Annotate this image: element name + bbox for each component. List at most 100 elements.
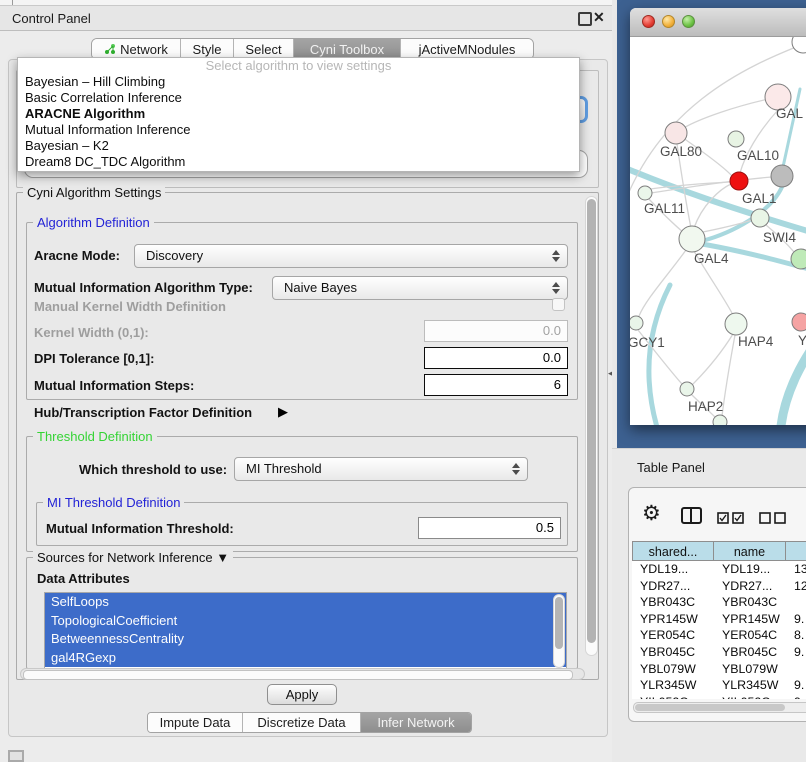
checked-checkboxes-icon[interactable] [717, 512, 745, 524]
tab-discretize-data[interactable]: Discretize Data [243, 713, 361, 733]
attribute-list-item[interactable]: SelfLoops [45, 593, 566, 612]
mi-steps-field[interactable]: 6 [424, 374, 568, 396]
table-row[interactable]: YIL052CYIL052C9 [632, 694, 806, 699]
scrollbar-thumb[interactable] [555, 597, 563, 649]
table-rows: YDL19...YDL19...13YDR27...YDR27...12YBR0… [632, 561, 806, 699]
table-row[interactable]: YLR345WYLR345W9. [632, 677, 806, 694]
scrollbar-thumb[interactable] [587, 199, 596, 643]
network-node[interactable] [638, 186, 652, 200]
network-node[interactable] [792, 37, 806, 53]
aracne-mode-value: Discovery [146, 248, 203, 263]
settings-horizontal-scrollbar[interactable] [20, 668, 585, 680]
collapsed-arrow-icon[interactable]: ▶ [278, 404, 288, 420]
network-node[interactable] [665, 122, 687, 144]
gear-icon[interactable]: ⚙ [642, 501, 661, 526]
data-attributes-label: Data Attributes [37, 571, 130, 586]
network-node[interactable] [728, 131, 744, 147]
algorithm-option[interactable]: Mutual Information Inference [18, 122, 579, 138]
tab-impute-data[interactable]: Impute Data [148, 713, 243, 733]
column-header-name[interactable]: name [714, 541, 786, 561]
screenshot-root: Control Panel ✕ Network Style Select Cyn… [0, 0, 806, 762]
table-row[interactable]: YBR043CYBR043C [632, 594, 806, 611]
algorithm-option[interactable]: Dream8 DC_TDC Algorithm [18, 154, 579, 170]
manual-kernel-checkbox[interactable] [552, 298, 565, 311]
table-cell: 9. [786, 644, 806, 661]
table-cell: YBL079W [714, 661, 786, 678]
network-node[interactable] [680, 382, 694, 396]
dropdown-placeholder: Select algorithm to view settings [18, 58, 579, 74]
which-threshold-label: Which threshold to use: [79, 462, 227, 477]
attribute-list-item[interactable]: TopologicalCoefficient [45, 612, 566, 631]
group-title: Algorithm Definition [33, 215, 154, 230]
data-attributes-list[interactable]: SelfLoopsTopologicalCoefficientBetweenne… [44, 592, 567, 671]
unchecked-checkboxes-icon[interactable] [759, 512, 787, 524]
node-label: GCY1 [630, 335, 665, 350]
dpi-tolerance-field[interactable]: 0.0 [424, 347, 568, 369]
node-label: HAP2 [688, 399, 723, 414]
attribute-list-item[interactable]: BetweennessCentrality [45, 630, 566, 649]
collapsed-panel-icon[interactable] [8, 750, 24, 762]
network-window-titlebar[interactable] [630, 8, 806, 37]
network-node[interactable] [725, 313, 747, 335]
table-cell: YDR27... [714, 578, 786, 595]
scrollbar-thumb[interactable] [23, 670, 573, 680]
kernel-width-field[interactable]: 0.0 [424, 320, 568, 342]
tab-label: Network [120, 42, 168, 57]
table-cell: 8. [786, 627, 806, 644]
network-node[interactable] [792, 313, 806, 331]
group-title: Cyni Algorithm Settings [23, 185, 165, 200]
table-row[interactable]: YER054CYER054C8. [632, 627, 806, 644]
column-header-clipped[interactable] [786, 541, 806, 561]
network-node[interactable] [730, 172, 748, 190]
tab-label: jActiveMNodules [419, 42, 516, 57]
scrollbar-thumb[interactable] [635, 704, 785, 711]
table-cell: 13 [786, 561, 806, 578]
dropdown-items: Bayesian – Hill ClimbingBasic Correlatio… [18, 74, 579, 170]
network-view-window: GALGAL80GAL10GAL11GAL1SWI4GAL4GCY1HAP4YH… [630, 8, 806, 425]
table-cell: YIL052C [714, 694, 786, 699]
network-node[interactable] [751, 209, 769, 227]
algorithm-option[interactable]: Bayesian – K2 [18, 138, 579, 154]
column-header-shared[interactable]: shared... [632, 541, 714, 561]
network-node[interactable] [679, 226, 705, 252]
hub-expander-label[interactable]: Hub/Transcription Factor Definition [34, 405, 252, 420]
which-threshold-select[interactable]: MI Threshold [234, 457, 528, 481]
table-row[interactable]: YBL079WYBL079W [632, 661, 806, 678]
table-row[interactable]: YDL19...YDL19...13 [632, 561, 806, 578]
right-region: GALGAL80GAL10GAL11GAL1SWI4GAL4GCY1HAP4YH… [612, 0, 806, 762]
close-icon[interactable]: ✕ [593, 9, 605, 26]
network-node[interactable] [630, 316, 643, 330]
attribute-list-scrollbar[interactable] [553, 594, 565, 668]
table-cell: YBR043C [632, 594, 714, 611]
which-threshold-value: MI Threshold [246, 461, 322, 476]
algorithm-option[interactable]: ARACNE Algorithm [18, 106, 579, 122]
mi-threshold-field[interactable]: 0.5 [418, 517, 561, 539]
zoom-traffic-light-icon[interactable] [682, 15, 695, 28]
table-row[interactable]: YDR27...YDR27...12 [632, 578, 806, 595]
table-row[interactable]: YBR045CYBR045C9. [632, 644, 806, 661]
algorithm-dropdown-list: Select algorithm to view settings Bayesi… [17, 57, 580, 172]
network-node[interactable] [791, 249, 806, 269]
table-cell: YLR345W [632, 677, 714, 694]
tab-label: Impute Data [160, 715, 231, 730]
settings-vertical-scrollbar[interactable] [585, 196, 598, 656]
minimize-traffic-light-icon[interactable] [662, 15, 675, 28]
attribute-list-item[interactable]: gal4RGexp [45, 649, 566, 668]
close-traffic-light-icon[interactable] [642, 15, 655, 28]
algorithm-option[interactable]: Bayesian – Hill Climbing [18, 74, 579, 90]
columns-icon[interactable] [681, 507, 702, 524]
tab-label: Cyni Toolbox [310, 42, 384, 57]
table-horizontal-scrollbar[interactable] [633, 702, 806, 713]
aracne-mode-select[interactable]: Discovery [134, 244, 568, 268]
tab-label: Infer Network [377, 715, 454, 730]
mi-type-select[interactable]: Naive Bayes [272, 276, 568, 300]
table-row[interactable]: YPR145WYPR145W9. [632, 611, 806, 628]
expanded-arrow-icon[interactable]: ▼ [216, 550, 229, 565]
network-node[interactable] [771, 165, 793, 187]
network-canvas[interactable]: GALGAL80GAL10GAL11GAL1SWI4GAL4GCY1HAP4YH… [630, 37, 806, 425]
network-node[interactable] [713, 415, 727, 425]
tab-infer-network[interactable]: Infer Network [361, 713, 471, 733]
apply-button[interactable]: Apply [267, 684, 337, 705]
algorithm-option[interactable]: Basic Correlation Inference [18, 90, 579, 106]
float-window-icon[interactable] [578, 12, 592, 26]
